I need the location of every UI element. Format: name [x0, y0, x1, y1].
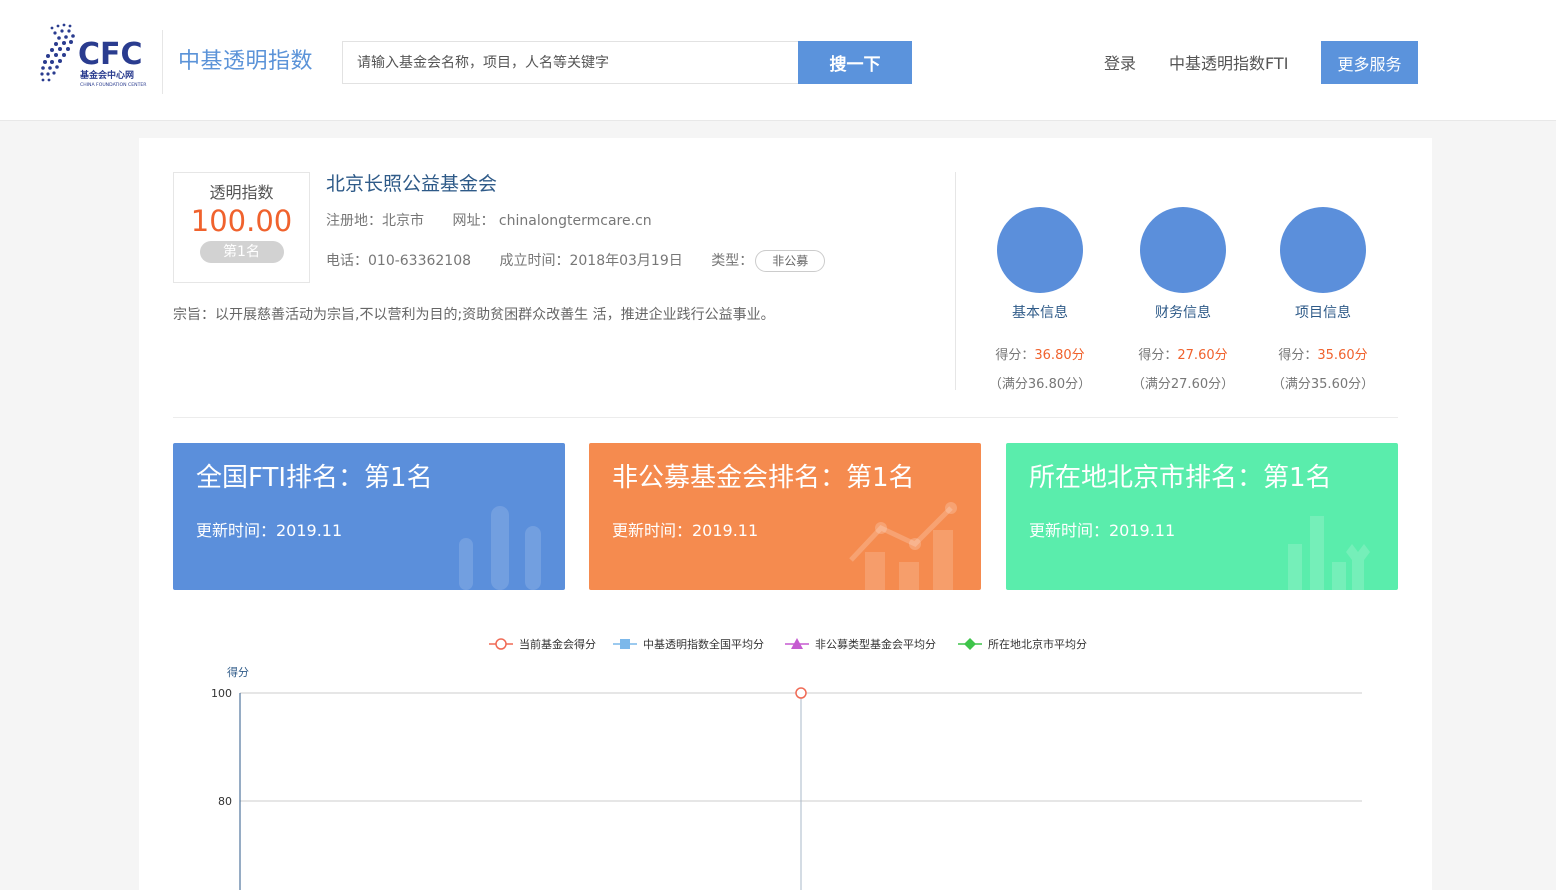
rank-update-time: 更新时间：2019.11	[196, 521, 343, 540]
website[interactable]: 网址： chinalongtermcare.cn	[452, 213, 651, 229]
category-finance-info[interactable]: 财务信息 得分：27.60分 （满分27.60分）	[1113, 207, 1253, 392]
score-value: 100.00	[190, 204, 293, 238]
info-line-2: 电话：010-63362108 成立时间：2018年03月19日 类型： 非公募	[326, 250, 849, 272]
rank-badge: 第1名	[199, 241, 284, 263]
project-info-circle[interactable]	[1280, 207, 1366, 293]
rank-update-time: 更新时间：2019.11	[1029, 521, 1176, 540]
legend-label: 中基透明指数全国平均分	[643, 637, 764, 651]
score-title: 透明指数	[209, 183, 274, 202]
search-input[interactable]	[342, 41, 798, 84]
category-full-score: （满分35.60分）	[1271, 377, 1375, 392]
rank-title: 全国FTI排名：第1名	[196, 463, 433, 493]
svg-text:基金会中心网: 基金会中心网	[79, 69, 134, 81]
cfc-logo[interactable]: CFC 基金会中心网 CHINA FOUNDATION CENTER	[38, 20, 150, 90]
rank-title: 所在地北京市排名：第1名	[1029, 463, 1332, 493]
mission-text: 宗旨：以开展慈善活动为宗旨,不以营利为目的;资助贫困群众改善生 活，推进企业践行…	[173, 307, 775, 323]
legend-label: 非公募类型基金会平均分	[815, 637, 936, 651]
finance-info-circle[interactable]	[1140, 207, 1226, 293]
legend-marker-diamond	[964, 638, 976, 650]
category-score: 得分：36.80分	[995, 348, 1085, 363]
foundation-panel: 透明指数 100.00 第1名 北京长照公益基金会 注册地：北京市 网址： ch…	[139, 138, 1432, 890]
transparency-score-box: 透明指数 100.00 第1名	[173, 172, 310, 283]
basic-info-circle[interactable]	[997, 207, 1083, 293]
bar-wrench-icon	[1288, 516, 1370, 590]
rank-update-time: 更新时间：2019.11	[612, 521, 759, 540]
category-basic-info[interactable]: 基本信息 得分：36.80分 （满分36.80分）	[970, 207, 1110, 392]
legend-item[interactable]: 所在地北京市平均分	[958, 637, 1087, 651]
svg-text:CFC: CFC	[78, 37, 143, 72]
more-services-button[interactable]: 更多服务	[1321, 41, 1418, 84]
svg-text:CHINA FOUNDATION CENTER: CHINA FOUNDATION CENTER	[80, 82, 147, 88]
category-score: 得分：35.60分	[1278, 348, 1368, 363]
category-label[interactable]: 项目信息	[1253, 302, 1393, 322]
logo-divider	[162, 30, 163, 94]
candlestick-chart-icon	[459, 506, 541, 590]
vertical-divider	[955, 172, 956, 390]
legend-item[interactable]: 中基透明指数全国平均分	[613, 637, 764, 651]
type-label: 类型：	[711, 253, 754, 269]
chart-grid: 100 80	[211, 687, 1362, 890]
foundation-name: 北京长照公益基金会	[326, 173, 498, 195]
trend-chart-icon	[849, 502, 957, 590]
legend-label: 所在地北京市平均分	[988, 637, 1087, 651]
category-full-score: （满分36.80分）	[988, 377, 1092, 392]
rank-title: 非公募基金会排名：第1名	[612, 463, 915, 493]
phone: 电话：010-63362108	[326, 253, 472, 269]
info-line-1: 注册地：北京市 网址： chinalongtermcare.cn	[326, 210, 676, 230]
chart-marks	[795, 687, 807, 699]
legend-item[interactable]: 当前基金会得分	[489, 637, 596, 651]
search-button[interactable]: 搜一下	[798, 41, 912, 84]
category-label[interactable]: 基本信息	[970, 302, 1110, 322]
score-line-chart: 当前基金会得分 中基透明指数全国平均分 非公募类型基金会平均分 所在地北京市平均分 得…	[211, 637, 1362, 890]
y-axis-label: 得分	[227, 666, 249, 679]
site-header: CFC 基金会中心网 CHINA FOUNDATION CENTER 中基透明指…	[0, 0, 1556, 121]
fti-link[interactable]: 中基透明指数FTI	[1169, 50, 1288, 74]
category-full-score: （满分27.60分）	[1131, 377, 1235, 392]
data-point[interactable]	[795, 687, 807, 699]
section-divider	[173, 417, 1398, 418]
brand-title[interactable]: 中基透明指数	[178, 43, 313, 75]
chart-legend: 当前基金会得分 中基透明指数全国平均分 非公募类型基金会平均分 所在地北京市平均分	[489, 637, 1087, 651]
login-link[interactable]: 登录	[1104, 50, 1136, 74]
national-rank-card[interactable]: 全国FTI排名：第1名 更新时间：2019.11	[173, 443, 565, 590]
legend-item[interactable]: 非公募类型基金会平均分	[785, 637, 936, 651]
y-tick-label: 80	[218, 795, 232, 808]
non-public-rank-card[interactable]: 非公募基金会排名：第1名 更新时间：2019.11	[589, 443, 981, 590]
category-label[interactable]: 财务信息	[1113, 302, 1253, 322]
type-badge: 非公募	[755, 250, 826, 272]
legend-marker-square	[620, 639, 630, 649]
local-rank-card[interactable]: 所在地北京市排名：第1名 更新时间：2019.11	[1006, 443, 1398, 590]
founded-date: 成立时间：2018年03月19日	[499, 253, 683, 269]
registered-place: 注册地：北京市	[326, 213, 424, 229]
category-score: 得分：27.60分	[1138, 348, 1228, 363]
category-project-info[interactable]: 项目信息 得分：35.60分 （满分35.60分）	[1253, 207, 1393, 392]
y-tick-label: 100	[211, 687, 232, 700]
legend-marker-circle	[495, 638, 507, 650]
legend-label: 当前基金会得分	[519, 637, 596, 651]
